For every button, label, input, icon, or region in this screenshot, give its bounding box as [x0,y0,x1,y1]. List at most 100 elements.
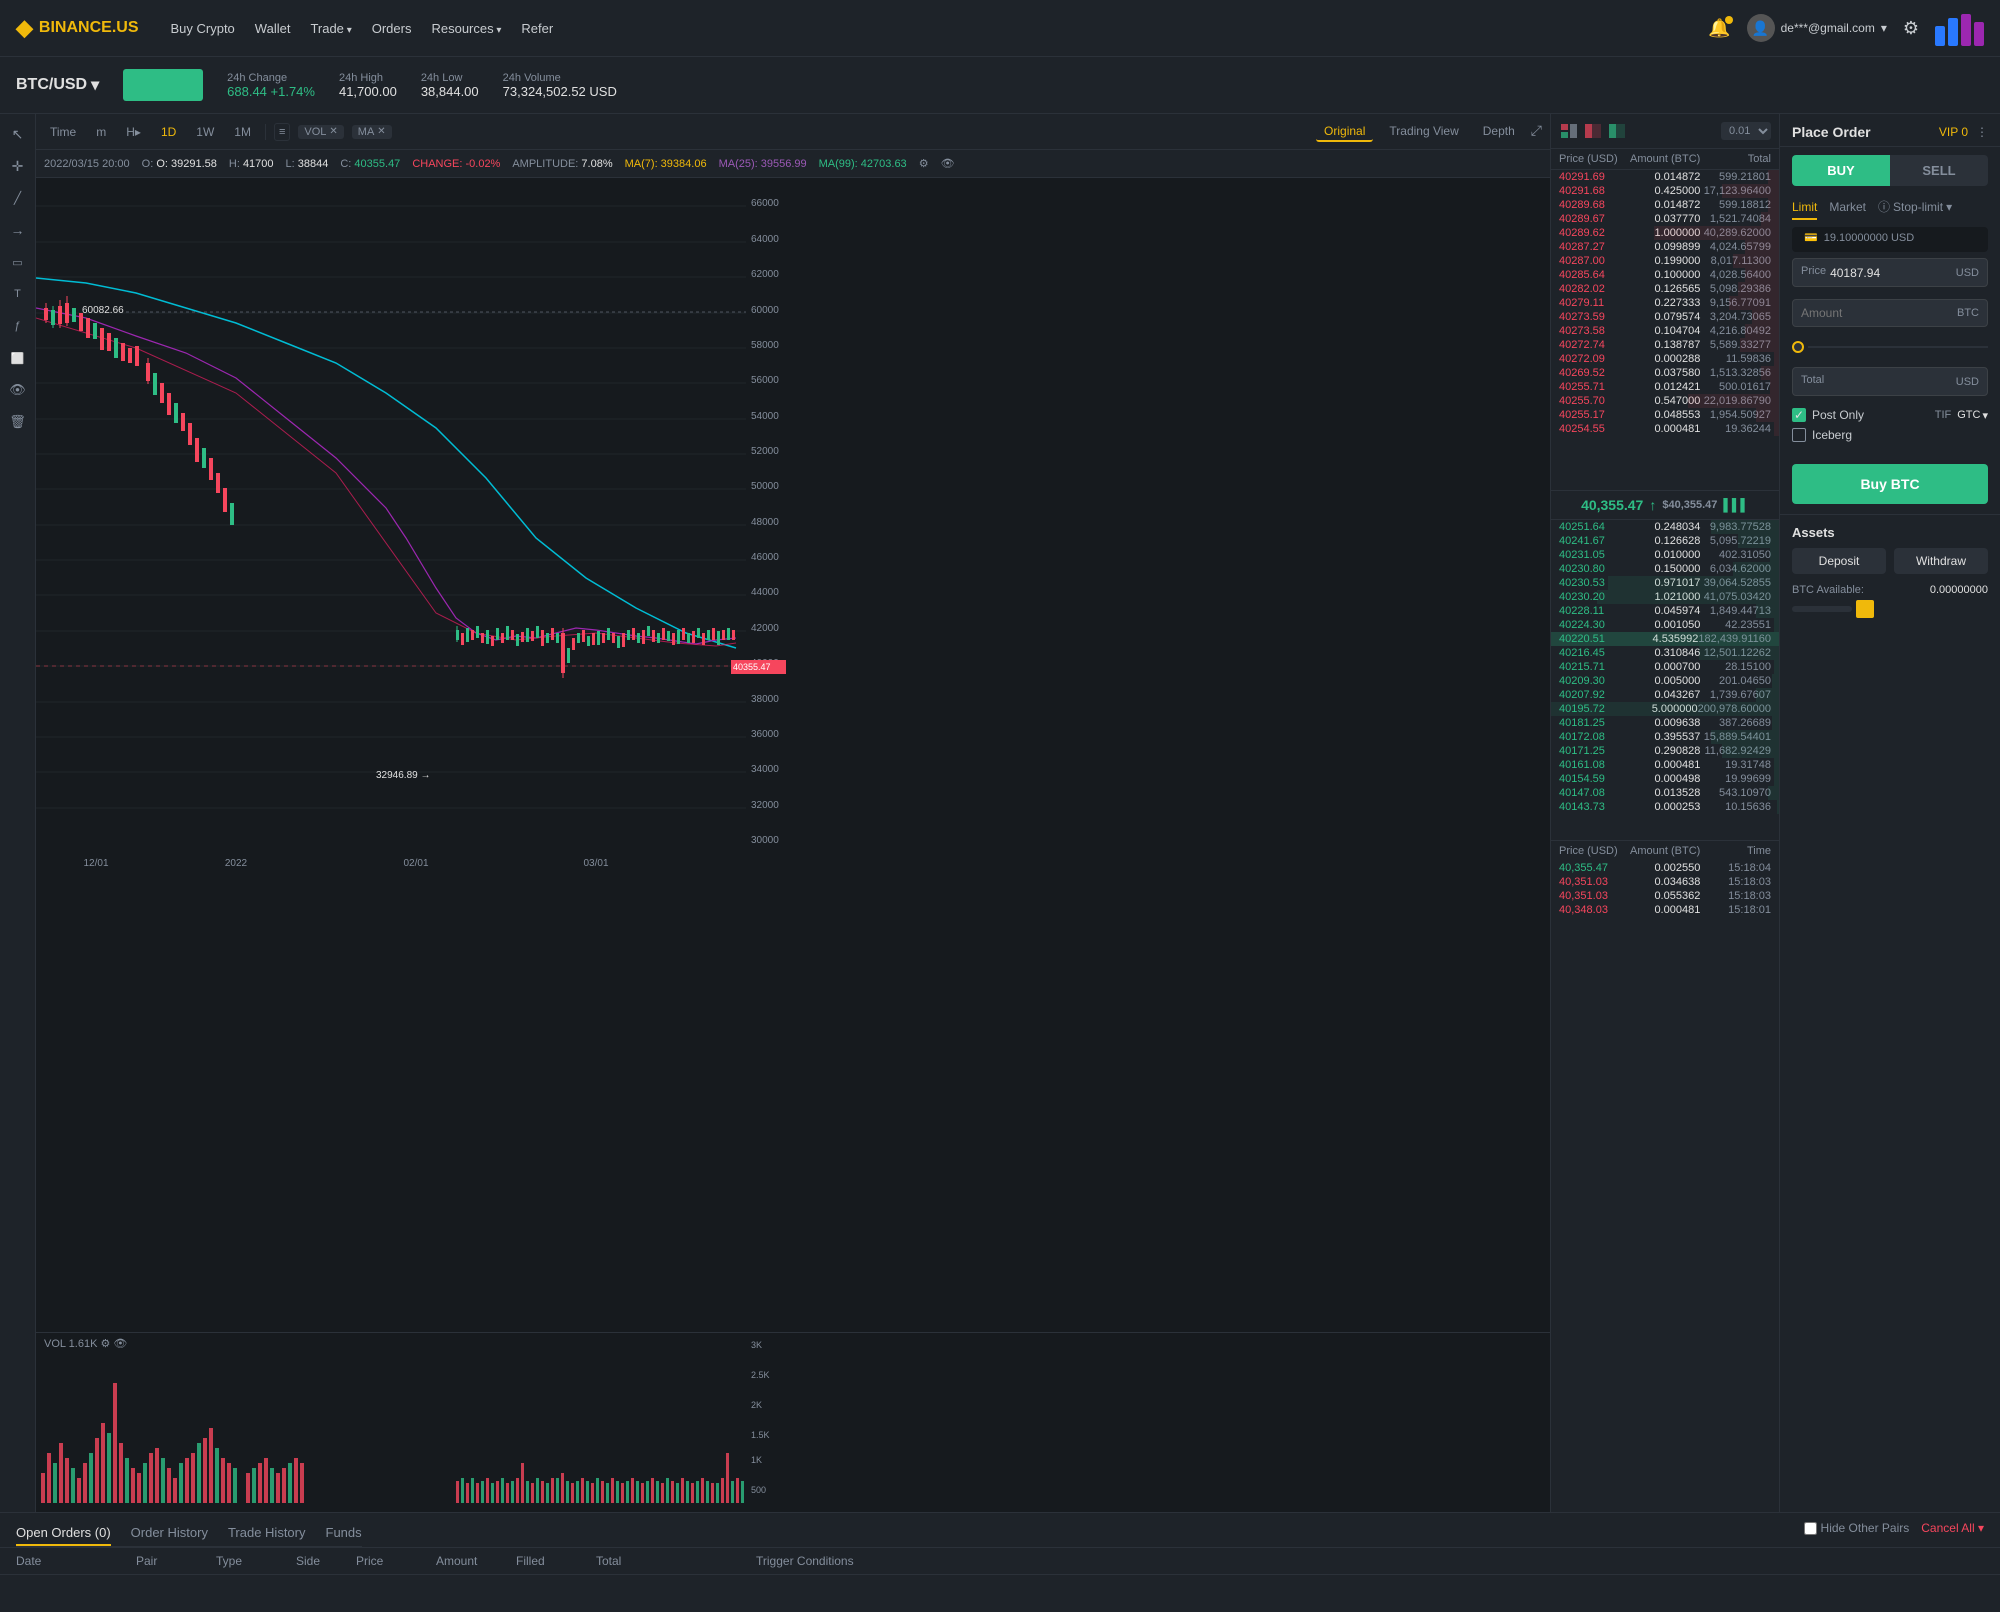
bid-row[interactable]: 40216.450.31084612,501.12262 [1551,646,1779,660]
ask-row[interactable]: 40269.520.0375801,513.32856 [1551,366,1779,380]
hide-pairs-check[interactable]: Hide Other Pairs [1804,1521,1910,1535]
chart-eye-icon[interactable]: 👁 [941,157,955,170]
bid-row[interactable]: 40215.710.00070028.15100 [1551,660,1779,674]
bid-row[interactable]: 40231.050.010000402.31050 [1551,548,1779,562]
ask-row[interactable]: 40289.621.00000040,289.62000 [1551,226,1779,240]
bid-row[interactable]: 40195.725.000000200,978.60000 [1551,702,1779,716]
settings-icon[interactable]: ⚙ [1903,18,1919,39]
total-input-row[interactable]: Total USD [1792,367,1988,396]
sell-tab[interactable]: SELL [1890,155,1988,186]
vip-badge[interactable]: VIP 0 [1939,125,1968,139]
bid-row[interactable]: 40172.080.39553715,889.54401 [1551,730,1779,744]
ma-remove[interactable]: ✕ [377,126,385,137]
cancel-all-dropdown[interactable]: ▾ [1978,1521,1984,1535]
vol-settings-icon[interactable]: ⚙ [100,1338,110,1350]
pair-selector[interactable]: BTC/USD ▾ [16,75,99,95]
text-tool[interactable]: T [6,282,30,306]
view-tab-depth[interactable]: Depth [1475,122,1523,142]
ask-row[interactable]: 40255.170.0485531,954.50927 [1551,408,1779,422]
bid-row[interactable]: 40147.080.013528543.10970 [1551,786,1779,800]
cancel-all-button[interactable]: Cancel All ▾ [1921,1521,1984,1535]
bid-row[interactable]: 40228.110.0459741,849.44713 [1551,604,1779,618]
time-btn-m[interactable]: m [90,123,112,141]
ask-row[interactable]: 40289.680.014872599.18812 [1551,198,1779,212]
ask-row[interactable]: 40255.710.012421500.01617 [1551,380,1779,394]
stop-limit-dropdown[interactable]: ▾ [1946,200,1952,214]
tab-trade-history[interactable]: Trade History [228,1521,306,1546]
recent-trade[interactable]: 40,351.03 0.055362 15:18:03 [1551,889,1779,903]
chart-settings-icon[interactable]: ⚙ [919,157,929,170]
bid-row[interactable]: 40224.300.00105042.23551 [1551,618,1779,632]
bid-row[interactable]: 40171.250.29082811,682.92429 [1551,744,1779,758]
bid-row[interactable]: 40181.250.009638387.26689 [1551,716,1779,730]
time-btn-1m[interactable]: 1M [228,123,257,141]
tab-order-history[interactable]: Order History [131,1521,208,1546]
time-btn-time[interactable]: Time [44,123,82,141]
ask-row[interactable]: 40291.680.42500017,123.96400 [1551,184,1779,198]
notification-bell[interactable]: 🔔 [1708,18,1730,39]
post-only-checkbox[interactable]: ✓ [1792,408,1806,422]
nav-orders[interactable]: Orders [364,17,420,40]
bid-row[interactable]: 40161.080.00048119.31748 [1551,758,1779,772]
ask-row[interactable]: 40273.590.0795743,204.73065 [1551,310,1779,324]
bid-row[interactable]: 40220.514.535992182,439.91160 [1551,632,1779,646]
eye-tool[interactable]: 👁 [6,378,30,402]
ask-row[interactable]: 40282.020.1265655,098.29386 [1551,282,1779,296]
ask-row[interactable]: 40272.740.1387875,589.33277 [1551,338,1779,352]
nav-trade[interactable]: Trade [302,17,359,40]
tab-market[interactable]: Market [1829,196,1866,220]
decimal-selector[interactable]: 0.01 0.1 1 [1721,122,1771,140]
price-input[interactable] [1830,266,1956,280]
ob-view-sell[interactable] [1583,123,1603,139]
ma-indicator[interactable]: MA ✕ [352,125,392,139]
view-tab-tradingview[interactable]: Trading View [1381,122,1466,142]
crosshair-tool[interactable]: ✛ [6,154,30,178]
time-btn-1d[interactable]: 1D [155,123,182,141]
tab-funds[interactable]: Funds [326,1521,362,1546]
recent-trade[interactable]: 40,351.03 0.034638 15:18:03 [1551,875,1779,889]
nav-buy-crypto[interactable]: Buy Crypto [162,17,242,40]
price-input-row[interactable]: Price USD [1792,258,1988,287]
tab-limit[interactable]: Limit [1792,196,1817,220]
arrow-tool[interactable]: → [6,218,30,242]
delete-tool[interactable]: 🗑 [6,410,30,434]
vol-eye-icon[interactable]: 👁 [113,1338,127,1350]
chart-type-button[interactable]: ≡ [274,123,290,141]
indicator-tool[interactable]: ƒ [6,314,30,338]
ob-view-all[interactable] [1559,123,1579,139]
po-more-options[interactable]: ⋮ [1976,125,1988,139]
withdraw-button[interactable]: Withdraw [1894,548,1988,574]
amount-input-row[interactable]: BTC [1792,299,1988,327]
ob-view-buy[interactable] [1607,123,1627,139]
amount-input[interactable] [1801,306,1957,320]
ask-row[interactable]: 40287.000.1990008,017.11300 [1551,254,1779,268]
bid-row[interactable]: 40207.920.0432671,739.67607 [1551,688,1779,702]
bid-row[interactable]: 40143.730.00025310.15636 [1551,800,1779,814]
logo[interactable]: ◆ BINANCE.US [16,15,138,41]
vol-indicator[interactable]: VOL ✕ [298,125,343,139]
ask-row[interactable]: 40273.580.1047044,216.80492 [1551,324,1779,338]
measure-tool[interactable]: ⬜ [6,346,30,370]
hide-pairs-checkbox[interactable] [1804,1522,1817,1535]
time-btn-h[interactable]: H▸ [120,123,147,141]
bid-row[interactable]: 40154.590.00049819.99699 [1551,772,1779,786]
tif-value[interactable]: GTC ▾ [1957,409,1988,422]
tab-stop-limit[interactable]: ⓘ Stop-limit ▾ [1878,194,1952,221]
recent-trade[interactable]: 40,348.03 0.000481 15:18:01 [1551,903,1779,917]
ask-row[interactable]: 40291.690.014872599.21801 [1551,170,1779,184]
bid-row[interactable]: 40251.640.2480349,983.77528 [1551,520,1779,534]
buy-btc-button[interactable]: Buy BTC [1792,464,1988,504]
iceberg-checkbox[interactable] [1792,428,1806,442]
nav-refer[interactable]: Refer [513,17,561,40]
bid-row[interactable]: 40241.670.1266285,095.72219 [1551,534,1779,548]
nav-resources[interactable]: Resources [423,17,509,40]
ask-row[interactable]: 40279.110.2273339,156.77091 [1551,296,1779,310]
shape-tool[interactable]: ▭ [6,250,30,274]
ask-row[interactable]: 40287.270.0998994,024.65799 [1551,240,1779,254]
nav-wallet[interactable]: Wallet [247,17,299,40]
cursor-tool[interactable]: ↖ [6,122,30,146]
ask-row[interactable]: 40254.550.00048119.36244 [1551,422,1779,436]
bid-row[interactable]: 40230.530.97101739,064.52855 [1551,576,1779,590]
user-info[interactable]: 👤 de***@gmail.com ▾ [1747,14,1887,42]
deposit-button[interactable]: Deposit [1792,548,1886,574]
